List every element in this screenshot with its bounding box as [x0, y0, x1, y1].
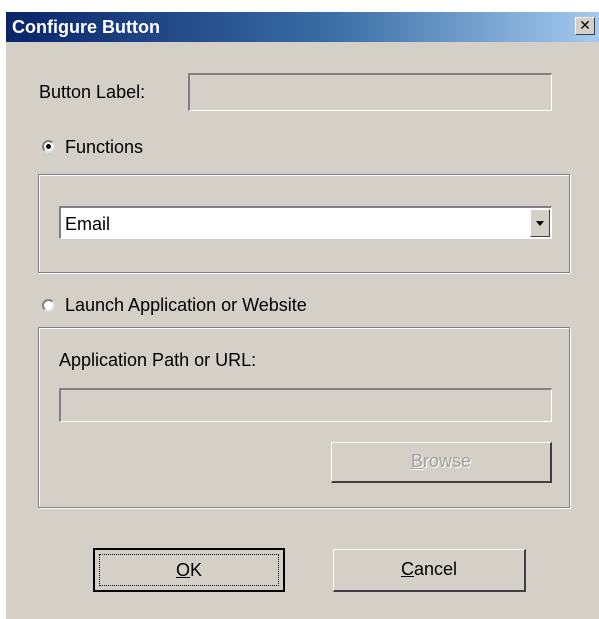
close-icon[interactable]: ✕: [575, 17, 595, 35]
functions-radio[interactable]: [42, 140, 55, 153]
cancel-button[interactable]: Cancel: [333, 549, 526, 592]
close-glyph: ✕: [579, 17, 591, 33]
functions-dropdown-value: Email: [65, 214, 111, 234]
configure-button-dialog: Configure Button ✕ Button Label: Functio…: [6, 12, 599, 619]
window-title: Configure Button: [12, 17, 160, 37]
browse-button[interactable]: Browse: [331, 442, 552, 483]
cancel-button-label: Cancel: [400, 559, 458, 579]
ok-button[interactable]: OK: [93, 548, 285, 592]
functions-dropdown[interactable]: Email: [59, 206, 552, 239]
radio-selected-dot: [46, 144, 51, 149]
app-path-caption: Application Path or URL:: [59, 350, 257, 370]
button-label-caption: Button Label:: [39, 82, 146, 102]
chevron-down-icon: [536, 221, 544, 226]
dropdown-button[interactable]: [530, 209, 550, 237]
button-label-input[interactable]: [188, 73, 552, 111]
app-path-input[interactable]: [59, 388, 552, 422]
title-bar[interactable]: Configure Button ✕: [6, 12, 599, 42]
functions-radio-label[interactable]: Functions: [65, 136, 143, 158]
focus-rectangle: [99, 554, 279, 586]
browse-button-label: Browse: [410, 451, 472, 471]
launch-radio-label[interactable]: Launch Application or Website: [65, 294, 307, 316]
launch-radio[interactable]: [42, 299, 55, 312]
